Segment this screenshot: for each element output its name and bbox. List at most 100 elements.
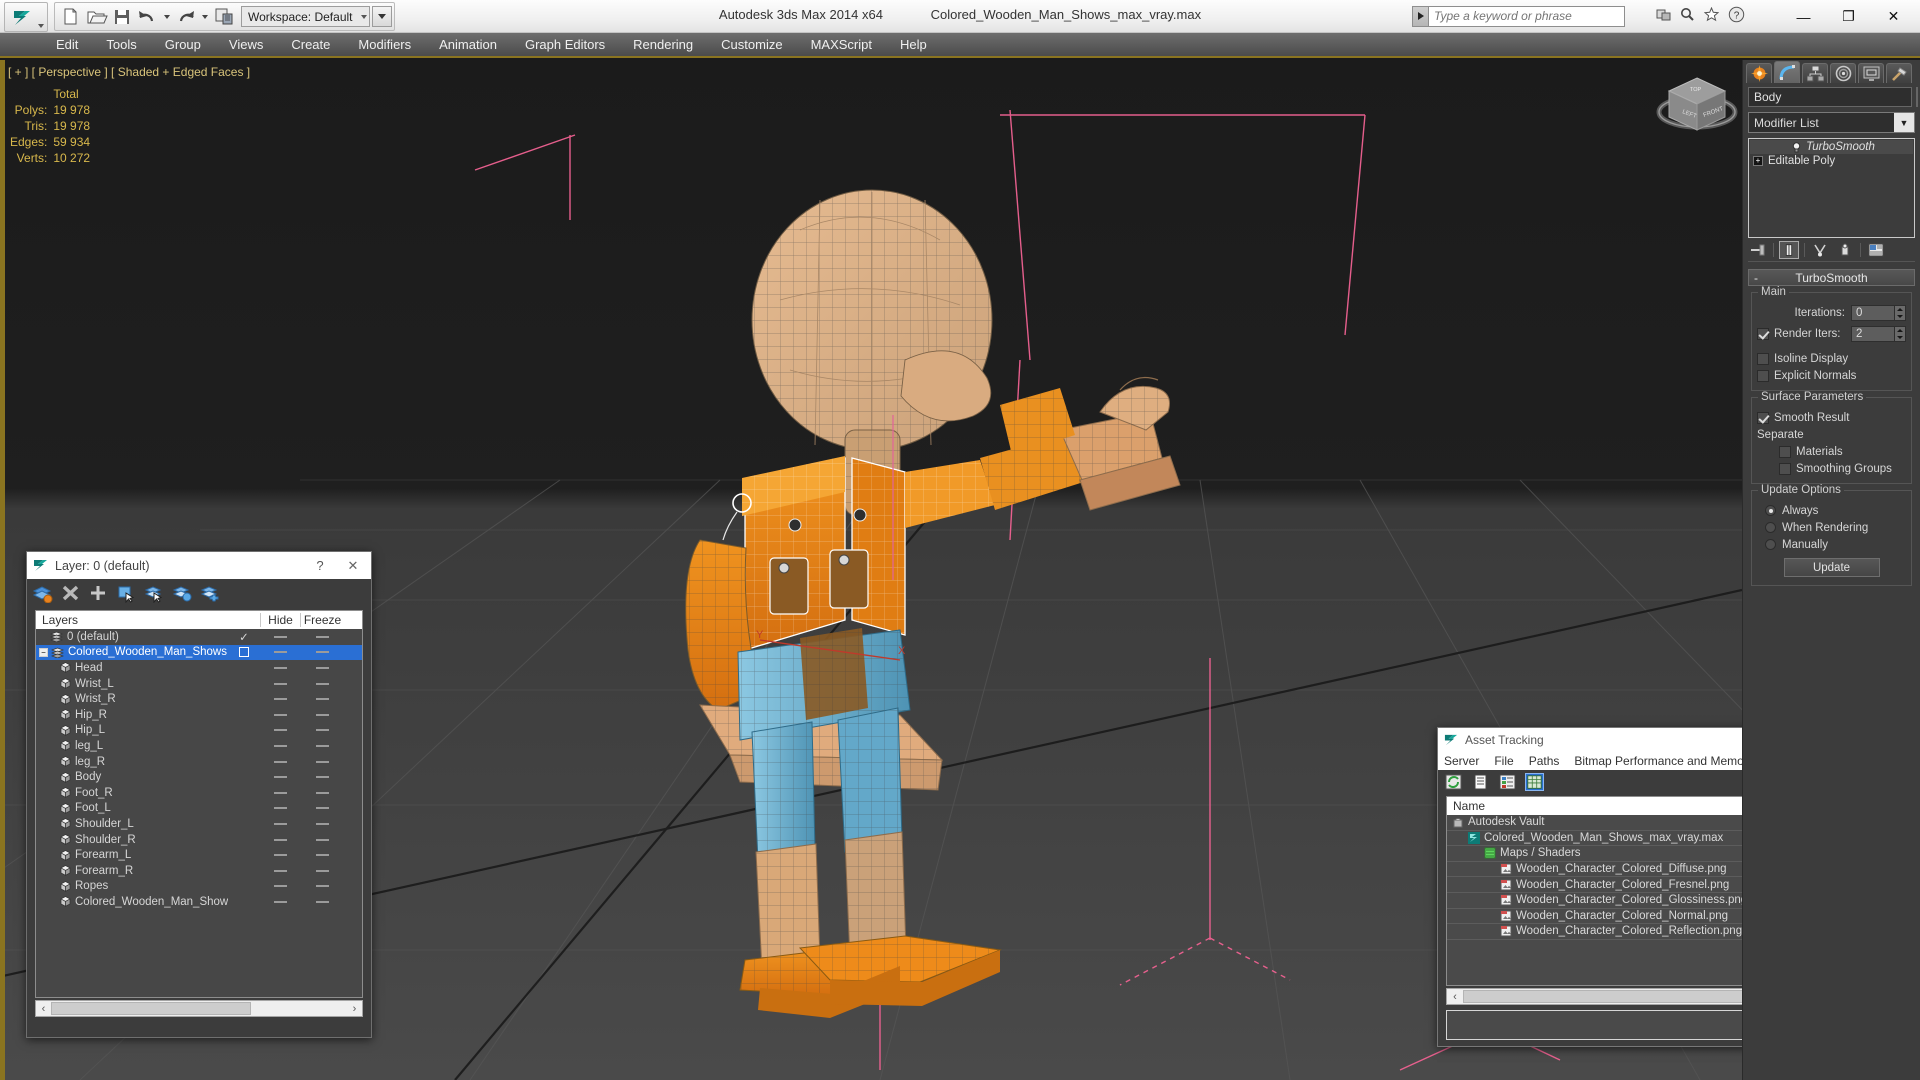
update-when-rendering-radio[interactable] (1765, 522, 1776, 533)
layer-row-hide[interactable] (260, 760, 300, 763)
layer-row-hide[interactable] (260, 682, 300, 685)
asset-scroll-thumb[interactable] (1463, 990, 1763, 1003)
layer-horizontal-scrollbar[interactable]: ‹ › (35, 1000, 363, 1017)
command-panel[interactable]: Modifier List ▼ TurboSmooth + Editable P… (1742, 60, 1920, 1080)
materials-checkbox[interactable] (1779, 445, 1791, 458)
menu-item-graph-editors[interactable]: Graph Editors (511, 33, 619, 56)
menu-item-rendering[interactable]: Rendering (619, 33, 707, 56)
layer-row-hide[interactable] (260, 854, 300, 857)
tree-view-icon[interactable] (1498, 773, 1517, 791)
layer-row-freeze[interactable] (300, 682, 344, 685)
update-manually-row[interactable]: Manually (1757, 536, 1906, 553)
update-button[interactable]: Update (1783, 558, 1880, 577)
object-name-field[interactable] (1748, 87, 1912, 107)
layer-row[interactable]: leg_R (36, 754, 362, 770)
layer-row[interactable]: leg_L (36, 738, 362, 754)
close-button[interactable]: ✕ (1871, 0, 1916, 33)
asset-menu-bitmap[interactable]: Bitmap Performance and Memory (1574, 754, 1753, 768)
smooth-result-checkbox[interactable] (1757, 411, 1769, 424)
layer-row[interactable]: Hip_R (36, 707, 362, 723)
info-center-search[interactable] (1412, 5, 1625, 27)
layer-expander-icon[interactable]: − (39, 647, 48, 657)
configure-modifier-sets-icon[interactable] (1866, 241, 1886, 259)
tab-modify[interactable] (1774, 61, 1800, 83)
refresh-icon[interactable] (1444, 773, 1463, 791)
grid-view-icon[interactable] (1525, 772, 1544, 791)
tab-hierarchy[interactable] (1802, 63, 1828, 83)
layer-row-freeze[interactable] (300, 900, 344, 903)
render-iters-value[interactable]: 2 (1851, 326, 1895, 342)
menu-item-views[interactable]: Views (215, 33, 277, 56)
layer-row-freeze[interactable] (300, 776, 344, 779)
layer-list-grid[interactable]: Layers Hide Freeze 0 (default) ✓ − Colored_… (35, 610, 363, 998)
layer-properties-icon[interactable] (200, 583, 221, 603)
layer-row-hide[interactable] (260, 885, 300, 888)
layer-row[interactable]: Hip_L (36, 723, 362, 739)
search-input[interactable] (1429, 5, 1625, 27)
smoothing-groups-checkbox[interactable] (1779, 462, 1791, 475)
render-iters-spinner-arrows[interactable] (1895, 326, 1906, 342)
layer-row-freeze[interactable] (300, 838, 344, 841)
layer-row-freeze[interactable] (300, 807, 344, 810)
layer-row[interactable]: Head (36, 660, 362, 676)
layer-row-hide[interactable] (260, 666, 300, 669)
materials-row[interactable]: Materials (1757, 443, 1906, 460)
list-view-icon[interactable] (1471, 773, 1490, 791)
layer-row[interactable]: Shoulder_L (36, 816, 362, 832)
layer-row-freeze[interactable] (300, 713, 344, 716)
layer-row-freeze[interactable] (300, 744, 344, 747)
layer-row[interactable]: 0 (default) ✓ (36, 629, 362, 645)
layer-row[interactable]: − Colored_Wooden_Man_Shows (36, 644, 362, 661)
asset-menu-file[interactable]: File (1494, 754, 1513, 768)
layer-row-freeze[interactable] (300, 698, 344, 701)
modifier-stack-item-turbosmooth[interactable]: TurboSmooth (1750, 140, 1913, 154)
delete-layer-icon[interactable] (60, 583, 81, 603)
object-name-row[interactable] (1748, 87, 1918, 107)
layer-row-hide[interactable] (260, 807, 300, 810)
menu-item-edit[interactable]: Edit (42, 33, 92, 56)
layer-row[interactable]: Colored_Wooden_Man_Shows (36, 894, 362, 910)
menu-item-modifiers[interactable]: Modifiers (344, 33, 425, 56)
create-new-layer-icon[interactable] (32, 583, 53, 603)
select-highlighted-layer-icon[interactable] (144, 583, 165, 603)
tab-create[interactable] (1746, 63, 1772, 83)
tab-utilities[interactable] (1886, 63, 1912, 83)
layer-row-hide[interactable] (260, 776, 300, 779)
tab-display[interactable] (1858, 63, 1884, 83)
layer-row-freeze[interactable] (300, 651, 344, 654)
search-expand-icon[interactable] (1412, 5, 1429, 27)
layer-row-current[interactable] (228, 647, 260, 658)
select-objects-in-layer-icon[interactable] (116, 583, 137, 603)
lightbulb-icon[interactable] (1791, 141, 1802, 153)
iterations-value[interactable]: 0 (1851, 305, 1895, 321)
layer-row-hide[interactable] (260, 791, 300, 794)
layer-row-freeze[interactable] (300, 666, 344, 669)
update-manually-radio[interactable] (1765, 539, 1776, 550)
communication-center-icon[interactable] (1656, 7, 1671, 22)
iterations-spinner[interactable]: 0 (1851, 305, 1906, 321)
layer-row-freeze[interactable] (300, 791, 344, 794)
view-cube[interactable]: LEFT FRONT TOP (1649, 68, 1745, 146)
layer-row[interactable]: Shoulder_R (36, 832, 362, 848)
asset-scroll-left-arrow[interactable]: ‹ (1447, 991, 1463, 1003)
layer-row-hide[interactable] (260, 635, 300, 638)
layer-row-current[interactable]: ✓ (228, 630, 260, 644)
layer-row[interactable]: Forearm_R (36, 863, 362, 879)
layer-row[interactable]: Foot_R (36, 785, 362, 801)
render-iters-spinner[interactable]: 2 (1851, 326, 1906, 342)
minimize-button[interactable]: — (1781, 0, 1826, 33)
layer-row-hide[interactable] (260, 869, 300, 872)
rollout-header-turbosmooth[interactable]: - TurboSmooth (1748, 269, 1915, 286)
make-unique-icon[interactable] (1810, 241, 1830, 259)
layer-row-hide[interactable] (260, 900, 300, 903)
modifier-list-dropdown[interactable]: Modifier List ▼ (1748, 112, 1915, 133)
update-when-rendering-row[interactable]: When Rendering (1757, 519, 1906, 536)
update-always-row[interactable]: Always (1757, 502, 1906, 519)
menu-item-create[interactable]: Create (277, 33, 344, 56)
layer-row-freeze[interactable] (300, 635, 344, 638)
menu-item-maxscript[interactable]: MAXScript (797, 33, 886, 56)
maximize-button[interactable]: ❐ (1826, 0, 1871, 33)
layer-scroll-thumb[interactable] (51, 1002, 251, 1015)
smoothing-groups-row[interactable]: Smoothing Groups (1757, 460, 1906, 477)
layer-row-hide[interactable] (260, 651, 300, 654)
